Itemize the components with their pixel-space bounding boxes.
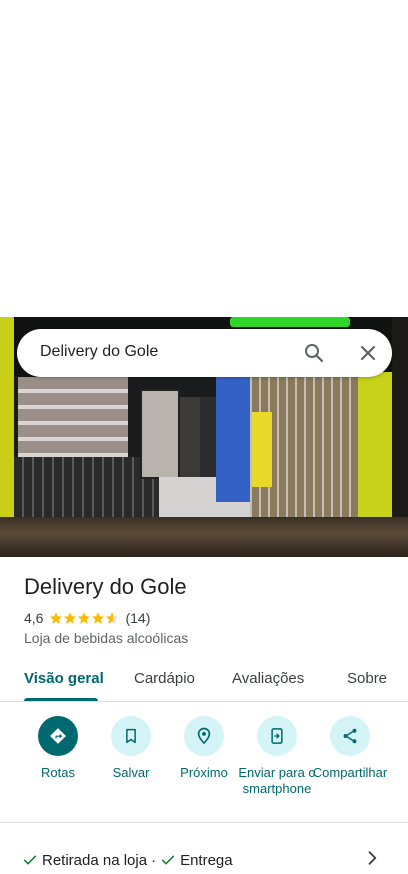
nearby-icon [197, 727, 211, 745]
option-separator: · [151, 851, 157, 869]
search-query[interactable]: Delivery do Gole [40, 343, 158, 361]
tab-overview[interactable]: Visão geral [24, 670, 104, 687]
tab-reviews[interactable]: Avaliações [232, 670, 304, 687]
send-to-phone-label: Enviar para o smartphone [238, 765, 316, 796]
close-icon[interactable] [356, 341, 380, 365]
send-to-phone-icon [271, 728, 283, 744]
directions-label: Rotas [41, 765, 75, 780]
star-half-icon [106, 612, 119, 624]
tab-menu[interactable]: Cardápio [134, 670, 195, 687]
nearby-button[interactable]: Próximo [164, 716, 244, 781]
rating-value: 4,6 [24, 610, 44, 626]
delivery-option: Entrega [180, 851, 233, 869]
nearby-label: Próximo [180, 765, 228, 780]
share-icon [343, 728, 357, 744]
save-button[interactable]: Salvar [91, 716, 171, 781]
star-icon [78, 612, 91, 624]
active-tab-indicator [24, 698, 98, 701]
directions-button[interactable]: Rotas [18, 716, 98, 781]
rating-stars [49, 611, 119, 625]
place-category: Loja de bebidas alcoólicas [24, 630, 189, 646]
save-label: Salvar [112, 765, 150, 780]
star-icon [92, 612, 105, 624]
share-button[interactable]: Compartilhar [310, 716, 390, 781]
chevron-right-icon[interactable] [362, 848, 382, 868]
check-icon [23, 855, 37, 865]
pickup-option: Retirada na loja [42, 851, 148, 869]
star-icon [64, 612, 77, 624]
service-options[interactable]: Retirada na loja · Entrega [22, 850, 392, 870]
place-title: Delivery do Gole [24, 574, 187, 599]
tab-bar: Visão geral Cardápio Avaliações Sobre [0, 660, 408, 702]
search-bar[interactable]: Delivery do Gole [17, 329, 392, 377]
divider [0, 822, 408, 823]
search-icon[interactable] [302, 341, 326, 365]
reviews-count[interactable]: (14) [125, 610, 150, 626]
directions-icon [50, 728, 66, 744]
check-icon [161, 855, 175, 865]
star-icon [50, 612, 63, 624]
bookmark-icon [126, 728, 136, 744]
share-label: Compartilhar [312, 765, 388, 780]
send-to-phone-button[interactable]: Enviar para o smartphone [237, 716, 317, 797]
rating-row[interactable]: 4,6 (14) [24, 609, 150, 627]
tab-about[interactable]: Sobre [347, 670, 387, 687]
